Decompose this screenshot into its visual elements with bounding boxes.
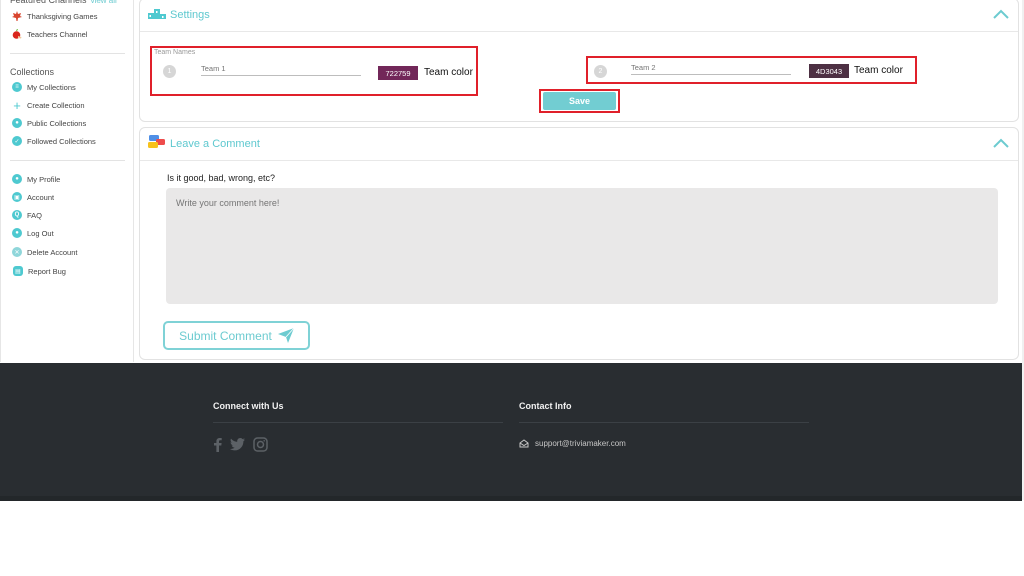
featured-channels-heading: Featured Channels view all [10,0,117,5]
faq-icon: Q [12,210,22,220]
team-1-name-input[interactable] [201,64,361,76]
instagram-icon[interactable] [253,437,268,452]
connect-heading: Connect with Us [213,401,284,411]
sidebar-item-teachers-channel[interactable]: Teachers Channel [12,28,87,40]
plus-icon: + [13,97,21,113]
sidebar-item-my-profile[interactable]: ● My Profile [12,173,60,185]
sidebar-item-faq[interactable]: Q FAQ [12,209,42,221]
footer-divider [519,422,809,423]
account-icon: ▣ [12,192,22,202]
settings-header[interactable]: Settings [140,0,1018,32]
submit-comment-button[interactable]: Submit Comment [163,321,310,350]
list-icon: ≡ [12,82,22,92]
footer-bottom-strip [0,496,1022,501]
podium-icon [148,6,166,24]
sidebar-item-my-collections[interactable]: ≡ My Collections [12,81,76,93]
sidebar-item-followed-collections[interactable]: ✓ Followed Collections [12,135,96,147]
chevron-up-icon[interactable] [992,134,1010,152]
maple-leaf-icon [12,11,22,21]
comment-question: Is it good, bad, wrong, etc? [167,173,276,183]
contact-heading: Contact Info [519,401,572,411]
social-links [213,437,268,452]
comment-title: Leave a Comment [170,138,260,150]
chevron-up-icon[interactable] [992,5,1010,23]
delete-account-icon: ✕ [12,247,22,257]
team-2-color-picker[interactable]: 4D3043 [809,64,849,78]
save-highlight: Save [539,89,620,113]
facebook-icon[interactable] [213,437,222,452]
team-2-name-input[interactable] [631,63,791,75]
bug-report-icon: ▤ [13,266,23,276]
team-2-color-label: Team color [854,65,903,76]
twitter-icon[interactable] [230,438,245,451]
apple-icon [12,29,22,39]
sidebar-item-log-out[interactable]: ● Log Out [12,227,54,239]
team-names-label: Team Names [154,49,196,56]
sidebar: Featured Channels view all Thanksgiving G… [0,0,134,362]
settings-title: Settings [170,9,210,21]
chat-bubbles-icon [148,134,166,155]
sidebar-item-public-collections[interactable]: ● Public Collections [12,117,86,129]
team-2-row: 2 4D3043 Team color [586,56,917,84]
sidebar-divider [10,160,125,161]
comment-textarea[interactable] [166,188,998,304]
view-all-link[interactable]: view all [91,0,117,5]
sidebar-item-delete-account[interactable]: ✕ Delete Account [12,246,77,258]
team-1-color-picker[interactable]: 722759 [378,66,418,80]
collections-heading: Collections [10,67,55,77]
comment-panel: Leave a Comment Is it good, bad, wrong, … [139,127,1019,360]
sidebar-item-account[interactable]: ▣ Account [12,191,54,203]
group-icon: ● [12,118,22,128]
comment-header[interactable]: Leave a Comment [140,128,1018,161]
team-1-color-label: Team color [424,67,473,78]
save-button[interactable]: Save [543,92,616,110]
sidebar-item-thanksgiving-games[interactable]: Thanksgiving Games [12,10,97,22]
sidebar-divider [10,53,125,54]
sidebar-item-create-collection[interactable]: + Create Collection [12,97,84,113]
user-icon: ● [12,174,22,184]
team-2-number: 2 [594,65,607,78]
sidebar-item-report-bug[interactable]: ▤ Report Bug [13,265,66,277]
envelope-icon [519,439,529,448]
footer [0,363,1022,500]
paper-plane-icon [277,328,294,343]
logout-icon: ● [12,228,22,238]
team-1-row: Team Names 1 722759 Team color [150,46,478,96]
contact-email[interactable]: support@triviamaker.com [519,439,626,448]
check-icon: ✓ [12,136,22,146]
footer-divider [213,422,503,423]
team-1-number: 1 [163,65,176,78]
settings-panel: Settings Team Names 1 722759 Team color … [139,0,1019,122]
